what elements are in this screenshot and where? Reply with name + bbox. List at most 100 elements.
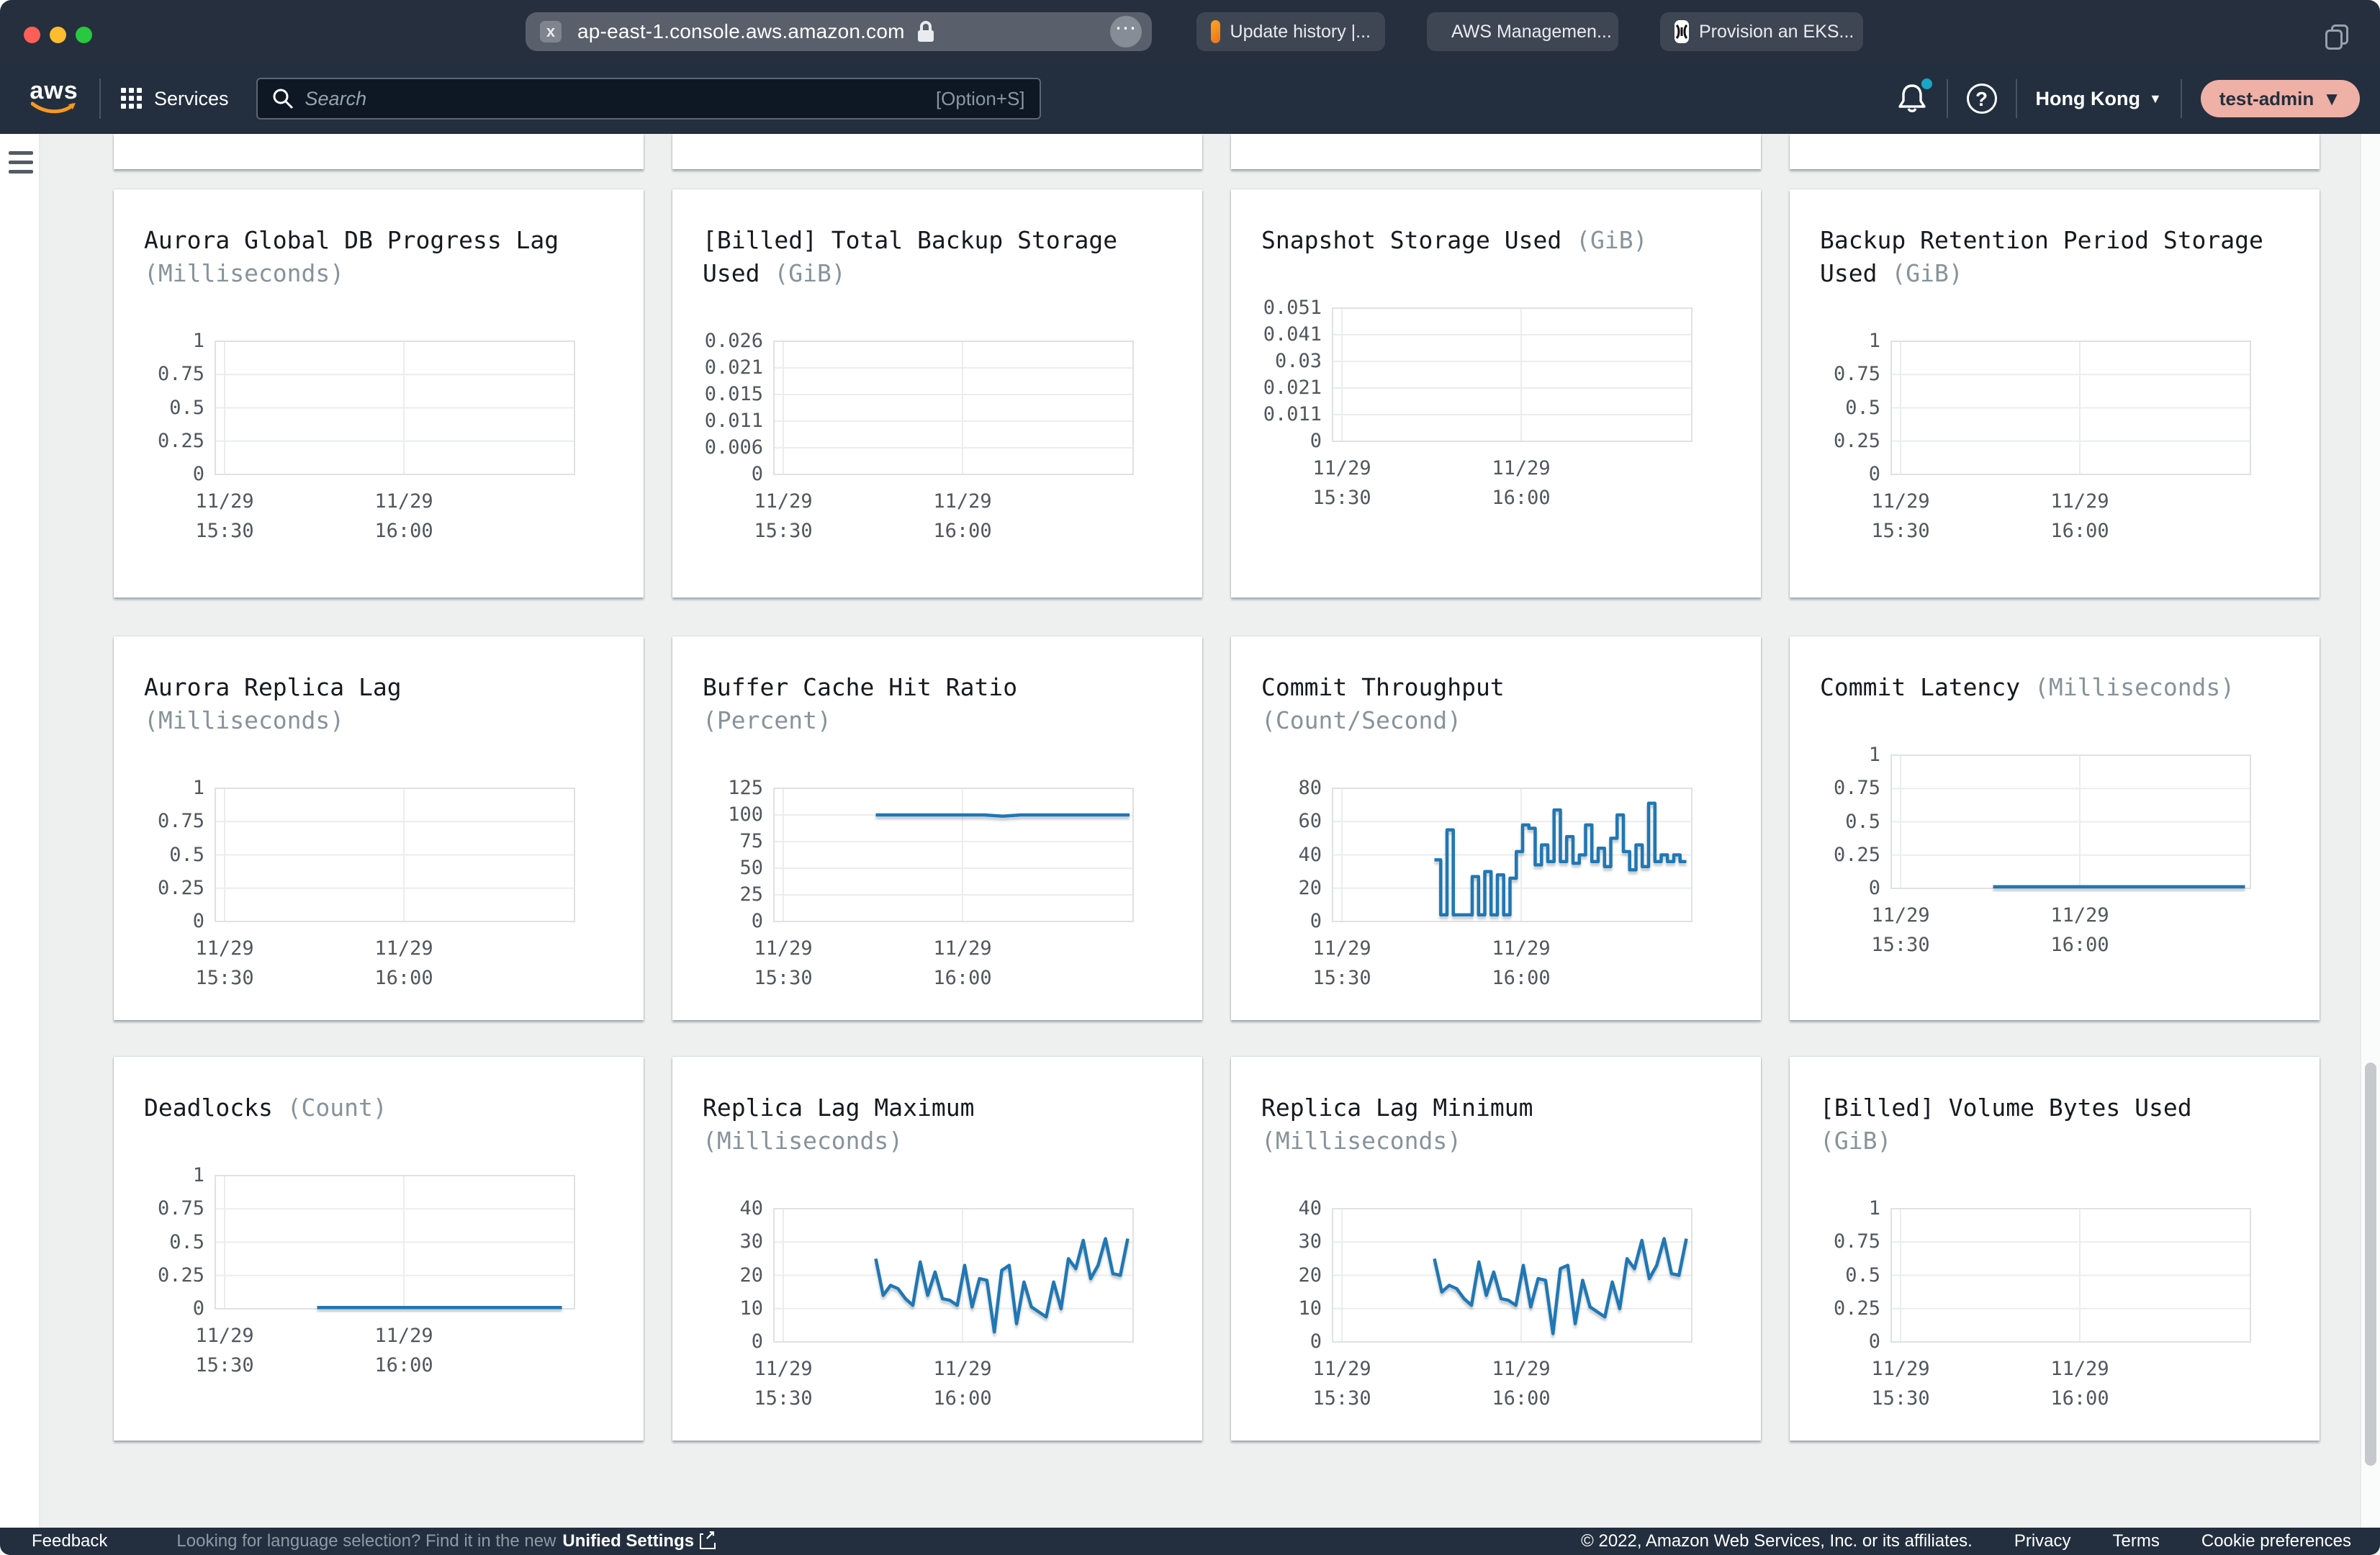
- metric-card[interactable]: Commit Throughput (Count/Second)80604020…: [1231, 636, 1761, 1020]
- metric-card[interactable]: Deadlocks (Count)10.750.50.25011/2915:30…: [114, 1057, 644, 1441]
- y-axis-tick-label: 1: [114, 1164, 204, 1186]
- divider: [99, 78, 101, 119]
- minimize-window-button[interactable]: [50, 27, 66, 43]
- vertical-scrollbar[interactable]: [2360, 134, 2380, 1528]
- divider: [2016, 79, 2017, 118]
- y-axis-tick-label: 0: [1790, 877, 1880, 899]
- y-axis-tick-label: 125: [672, 777, 763, 799]
- terms-link[interactable]: Terms: [2113, 1531, 2160, 1551]
- site-options-button[interactable]: ⋯: [1110, 16, 1142, 48]
- services-grid-icon: [121, 88, 143, 109]
- y-axis-tick-label: 0.75: [1790, 777, 1880, 799]
- chart-canvas: [1890, 1208, 2253, 1346]
- y-axis-tick-label: 0.25: [114, 1264, 204, 1286]
- metric-card-cropped[interactable]: [1790, 134, 2320, 169]
- scrollbar-thumb[interactable]: [2365, 1063, 2376, 1466]
- y-axis-tick-label: 0.25: [1790, 1297, 1880, 1320]
- services-label: Services: [154, 88, 229, 110]
- browser-chrome: x ap-east-1.console.aws.amazon.com ⋯ Upd…: [0, 0, 2380, 63]
- chart-unit: (Milliseconds): [144, 259, 344, 287]
- chart-canvas: [1332, 1208, 1695, 1346]
- chart-area: 10.750.50.25011/2915:3011/2916:00: [114, 788, 574, 921]
- url-text: ap-east-1.console.aws.amazon.com: [577, 20, 905, 43]
- metric-card[interactable]: Replica Lag Maximum (Milliseconds) 403020…: [672, 1057, 1202, 1441]
- tab-overview-icon[interactable]: [2325, 24, 2350, 49]
- y-axis-tick-label: 25: [672, 883, 763, 906]
- y-axis-tick-label: 0.75: [1790, 363, 1880, 385]
- chart-unit: (Milliseconds): [2034, 673, 2235, 701]
- chart-unit: (Milliseconds): [144, 706, 344, 734]
- metric-card-cropped[interactable]: [114, 134, 644, 169]
- browser-tab-aws-management[interactable]: AWS Managemen...: [1427, 12, 1618, 51]
- metric-card[interactable]: Commit Latency (Milliseconds)10.750.50.2…: [1790, 636, 2320, 1020]
- y-axis-tick-label: 80: [1231, 777, 1322, 799]
- x-axis-tick-label: 11/2915:30: [167, 934, 282, 993]
- metric-card-cropped[interactable]: [672, 134, 1202, 169]
- y-axis-tick-label: 0.041: [1231, 323, 1322, 346]
- y-axis-tick-label: 1: [1790, 744, 1880, 766]
- y-axis-tick-label: 40: [672, 1197, 763, 1220]
- browser-tab-update-history[interactable]: Update history |...: [1196, 12, 1385, 51]
- console-search-box[interactable]: [Option+S]: [256, 78, 1041, 120]
- y-axis-tick-label: 0.011: [1231, 403, 1322, 425]
- chart-title: Backup Retention Period Storage Used (Gi…: [1820, 224, 2266, 290]
- copyright-text: © 2022, Amazon Web Services, Inc. or its…: [1581, 1531, 1973, 1551]
- chart-area: 40302010011/2915:3011/2916:00: [672, 1208, 1133, 1341]
- metric-card[interactable]: Replica Lag Minimum (Milliseconds)403020…: [1231, 1057, 1761, 1441]
- maximize-window-button[interactable]: [76, 27, 92, 43]
- region-label: Hong Kong: [2036, 88, 2140, 110]
- lock-icon: [916, 20, 935, 43]
- y-axis-tick-label: 100: [672, 803, 763, 826]
- metric-card-cropped[interactable]: [1231, 134, 1761, 169]
- metric-card[interactable]: Aurora Replica Lag (Milliseconds) 10.750.…: [114, 636, 644, 1020]
- x-axis-tick-label: 11/2916:00: [2022, 487, 2137, 546]
- services-menu-button[interactable]: Services: [121, 88, 229, 110]
- cookie-preferences-link[interactable]: Cookie preferences: [2201, 1531, 2351, 1551]
- feedback-link[interactable]: Feedback: [32, 1531, 107, 1551]
- chart-title: Buffer Cache Hit Ratio (Percent): [703, 671, 1149, 737]
- chart-canvas: [773, 341, 1136, 478]
- browser-tab-provision-eks[interactable]: Provision an EKS...: [1660, 12, 1863, 51]
- y-axis-tick-label: 0.5: [1790, 811, 1880, 833]
- metric-card[interactable]: [Billed] Volume Bytes Used (GiB)10.750.5…: [1790, 1057, 2320, 1441]
- metric-card[interactable]: [Billed] Total Backup Storage Used (GiB)…: [672, 189, 1202, 598]
- y-axis-tick-label: 0.5: [1790, 397, 1880, 419]
- chart-area: 0.0260.0210.0150.0110.006011/2915:3011/2…: [672, 341, 1133, 474]
- x-axis-tick-label: 11/2916:00: [2022, 1354, 2137, 1413]
- x-axis-tick-label: 11/2916:00: [1464, 1354, 1579, 1413]
- unified-settings-link[interactable]: Unified Settings: [562, 1531, 716, 1551]
- privacy-link[interactable]: Privacy: [2014, 1531, 2071, 1551]
- region-selector[interactable]: Hong Kong ▼: [2036, 88, 2162, 110]
- divider: [1947, 79, 1948, 118]
- left-rail: [0, 134, 40, 1528]
- aws-logo[interactable]: aws: [29, 80, 79, 118]
- metric-card[interactable]: Backup Retention Period Storage Used (Gi…: [1790, 189, 2320, 598]
- metric-card[interactable]: Snapshot Storage Used (GiB)0.0510.0410.0…: [1231, 189, 1761, 598]
- chart-title: Commit Throughput (Count/Second): [1261, 671, 1708, 737]
- address-bar[interactable]: x ap-east-1.console.aws.amazon.com ⋯: [526, 12, 1152, 51]
- y-axis-tick-label: 10: [672, 1297, 763, 1320]
- x-axis-tick-label: 11/2916:00: [1464, 934, 1579, 993]
- x-axis-tick-label: 11/2916:00: [905, 487, 1020, 546]
- chart-canvas: [773, 1208, 1136, 1346]
- metrics-grid: Aurora Global DB Progress Lag (Milliseco…: [114, 134, 2320, 1441]
- close-window-button[interactable]: [24, 27, 40, 43]
- chart-title: Deadlocks (Count): [144, 1091, 590, 1124]
- y-axis-tick-label: 1: [114, 777, 204, 799]
- extension-badge-icon[interactable]: x: [540, 21, 562, 42]
- account-menu-button[interactable]: test-admin ▼: [2201, 80, 2360, 117]
- y-axis-tick-label: 40: [1231, 844, 1322, 866]
- y-axis-tick-label: 0.026: [672, 330, 763, 352]
- metric-card[interactable]: Aurora Global DB Progress Lag (Milliseco…: [114, 189, 644, 598]
- card-row: Deadlocks (Count)10.750.50.25011/2915:30…: [114, 1057, 2320, 1441]
- x-axis-tick-label: 11/2916:00: [905, 934, 1020, 993]
- metric-card[interactable]: Buffer Cache Hit Ratio (Percent)12510075…: [672, 636, 1202, 1020]
- help-button[interactable]: ?: [1967, 84, 1997, 114]
- chart-title: Replica Lag Maximum (Milliseconds): [703, 1091, 1149, 1158]
- search-input[interactable]: [305, 88, 924, 110]
- menu-toggle-button[interactable]: [9, 151, 33, 179]
- y-axis-tick-label: 0: [1790, 1330, 1880, 1353]
- chart-title: Aurora Replica Lag (Milliseconds): [144, 671, 590, 737]
- notifications-button[interactable]: [1896, 81, 1928, 116]
- y-axis-tick-label: 0: [114, 1297, 204, 1320]
